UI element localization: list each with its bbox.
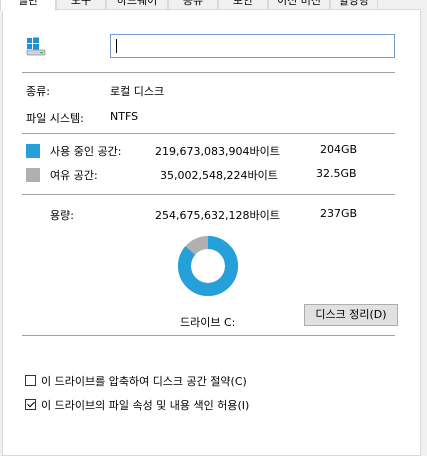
free-space-label: 여유 공간:: [50, 169, 98, 182]
tab-sharing[interactable]: 공유: [168, 0, 218, 9]
separator: [22, 72, 395, 73]
free-space-size: 32.5GB: [316, 167, 357, 180]
type-value: 로컬 디스크: [110, 85, 165, 98]
type-label: 종류:: [26, 85, 50, 98]
disk-cleanup-button[interactable]: 디스크 정리(D): [304, 304, 398, 326]
tab-quota[interactable]: 할당량: [330, 0, 378, 9]
tab-tools[interactable]: 도구: [56, 0, 106, 9]
drive-name-input[interactable]: [110, 34, 395, 58]
separator: [22, 133, 395, 134]
tab-security[interactable]: 보안: [218, 0, 268, 9]
tab-hardware[interactable]: 하드웨어: [106, 0, 168, 9]
windows-drive-icon: [26, 37, 46, 57]
index-files-checkbox[interactable]: [25, 399, 36, 410]
used-space-label: 사용 중인 공간:: [50, 145, 122, 158]
capacity-label: 용량:: [50, 209, 74, 222]
filesystem-value: NTFS: [110, 110, 139, 123]
usage-donut-chart: [178, 236, 238, 296]
free-space-swatch: [26, 168, 40, 182]
used-space-size: 204GB: [320, 143, 358, 156]
compress-drive-checkbox[interactable]: [25, 375, 36, 386]
filesystem-label: 파일 시스템:: [26, 112, 84, 125]
tab-general[interactable]: 일반: [0, 0, 56, 11]
text-caret: [116, 39, 117, 53]
used-space-swatch: [26, 144, 40, 158]
used-space-bytes: 219,673,083,904바이트: [155, 145, 280, 158]
capacity-bytes: 254,675,632,128바이트: [155, 209, 280, 222]
capacity-size: 237GB: [320, 207, 358, 220]
index-files-label[interactable]: 이 드라이브의 파일 속성 및 내용 색인 허용(I): [41, 397, 249, 413]
free-space-bytes: 35,002,548,224바이트: [160, 169, 278, 182]
separator: [22, 335, 395, 336]
drive-label: 드라이브 C:: [180, 316, 236, 329]
tab-previous-versions[interactable]: 이전 버전: [268, 0, 330, 9]
separator: [22, 194, 395, 195]
compress-drive-label[interactable]: 이 드라이브를 압축하여 디스크 공간 절약(C): [41, 373, 247, 389]
